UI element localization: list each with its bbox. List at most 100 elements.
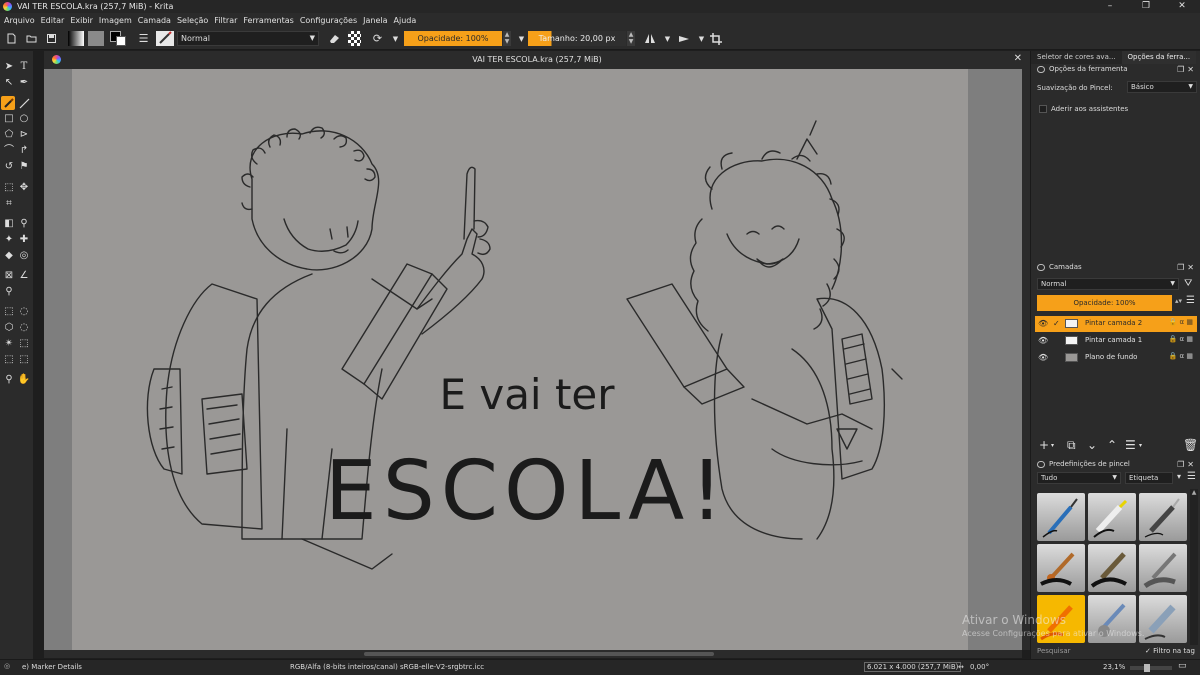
menu-janela[interactable]: Janela [363,16,387,25]
mirror-horizontal-icon[interactable] [642,31,657,46]
freehand-brush-tool-icon[interactable] [1,96,15,110]
menu-exibir[interactable]: Exibir [70,16,93,25]
crop-tool-icon[interactable]: ⌗ [2,197,16,211]
brush-search-input[interactable]: Pesquisar [1037,645,1137,657]
select-shapes-tool-icon[interactable]: ➤ [2,60,16,74]
dynamic-brush-tool-icon[interactable]: ↺ [2,160,16,174]
canvas-paper[interactable]: E vai ter ESCOLA! [72,69,968,650]
multibrush-tool-icon[interactable]: ⚑ [17,160,31,174]
menu-camada[interactable]: Camada [138,16,171,25]
layer-row[interactable]: 👁 ✓ Pintar camada 2 🔒 α ▦ [1035,316,1197,332]
preserve-alpha-icon[interactable] [348,31,361,46]
delete-layer-icon[interactable]: 🗑 [1183,438,1198,452]
rotation-value[interactable]: 0,00° [970,663,989,671]
menu-editar[interactable]: Editar [41,16,65,25]
scroll-up-icon[interactable]: ▲ [1190,489,1198,496]
polyline-tool-icon[interactable]: ⊳ [17,128,31,142]
polygon-tool-icon[interactable]: ⬠ [2,128,16,142]
menu-filtrar[interactable]: Filtrar [214,16,237,25]
assistant-tool-icon[interactable]: ⊠ [2,269,16,283]
docker-controls[interactable]: ❐✕ [1177,262,1197,273]
rectangular-selection-tool-icon[interactable]: ⬚ [2,305,16,319]
gradient-swatch[interactable] [68,31,84,46]
round-brush-icon[interactable] [1037,544,1085,592]
freehand-selection-tool-icon[interactable]: ◌ [17,321,31,335]
blend-mode-select[interactable]: Normal ▼ [177,31,319,46]
vertical-scrollbar[interactable] [1022,69,1030,650]
canvas-only-icon[interactable]: ▭ [1178,661,1187,671]
fine-liner-brush-icon[interactable] [1037,493,1085,541]
charcoal-brush-icon[interactable] [1088,544,1136,592]
chevron-down-icon[interactable]: ▼ [660,31,675,46]
save-icon[interactable] [44,31,59,46]
chevron-down-icon[interactable]: ▼ [388,31,403,46]
ink-pen-brush-icon[interactable] [1139,493,1187,541]
layer-name[interactable]: Plano de fundo [1085,353,1137,361]
add-layer-icon[interactable]: + [1039,438,1049,452]
filter-icon[interactable]: ⛛ [1184,278,1192,289]
visibility-eye-icon[interactable]: 👁 [1038,336,1048,345]
zoom-slider[interactable] [1130,664,1172,672]
freehand-path-tool-icon[interactable]: ↱ [17,144,31,158]
text-tool-icon[interactable]: T [17,60,31,74]
polygonal-selection-tool-icon[interactable]: ⬡ [2,321,16,335]
bezier-selection-tool-icon[interactable]: ⬚ [2,353,16,367]
edit-shapes-tool-icon[interactable]: ↖ [2,76,16,90]
lock-icon[interactable] [1037,461,1045,468]
fg-bg-color-swatch[interactable] [110,31,128,46]
docker-controls[interactable]: ❐✕ [1177,459,1197,470]
brush-filter-select[interactable]: Tudo ▼ [1037,472,1121,484]
move-tool-icon[interactable]: ✥ [17,181,31,195]
visibility-eye-icon[interactable]: 👁 [1038,319,1048,328]
layer-properties-icon[interactable]: ☰ [1125,438,1136,452]
tab-tool-options[interactable]: Opções da ferra... [1121,51,1197,64]
opacity-slider[interactable]: Opacidade: 100% [404,31,502,46]
lock-icon[interactable] [1037,66,1045,73]
gradient-tool-icon[interactable]: ◧ [2,217,16,231]
crop-icon[interactable] [708,31,723,46]
maximize-button[interactable]: ❐ [1128,0,1164,13]
menu-ajuda[interactable]: Ajuda [394,16,417,25]
tag-select[interactable]: Etiqueta [1125,472,1173,484]
layer-lock-alpha-icons[interactable]: 🔒 α ▦ [1169,335,1193,343]
eraser-brush-icon[interactable] [1139,595,1187,643]
marker-brush-icon[interactable] [1088,493,1136,541]
brush-preset-button[interactable] [156,31,174,46]
colorize-mask-tool-icon[interactable]: ✦ [2,233,16,247]
layer-name[interactable]: Pintar camada 2 [1085,319,1142,327]
size-spinner[interactable]: ▲ ▼ [627,31,635,46]
brush-settings-icon[interactable]: ☰ [136,31,151,46]
zoom-value[interactable]: 23,1% [1103,663,1125,671]
opacity-spinner[interactable]: ▴▾ [1175,297,1182,305]
open-folder-icon[interactable] [24,31,39,46]
pattern-swatch[interactable] [88,31,104,46]
chevron-down-icon[interactable]: ▼ [514,31,529,46]
bezier-curve-tool-icon[interactable]: ⌒ [2,144,16,158]
layer-name[interactable]: Pintar camada 1 [1085,336,1142,344]
contiguous-selection-tool-icon[interactable]: ✴ [2,337,16,351]
fill-tool-icon[interactable]: ◆ [2,249,16,263]
menu-selecao[interactable]: Seleção [177,16,208,25]
chevron-down-icon[interactable]: ▼ [694,31,709,46]
document-title[interactable]: VAI TER ESCOLA.kra (257,7 MiB) [44,55,1030,64]
layer-row[interactable]: 👁 Plano de fundo 🔒 α ▦ [1035,350,1197,366]
smart-patch-tool-icon[interactable]: ✚ [17,233,31,247]
canvas-area[interactable]: E vai ter ESCOLA! [44,69,1022,650]
tab-advanced-color-selector[interactable]: Seletor de cores ava... [1031,51,1122,64]
measure-tool-icon[interactable]: ∠ [17,269,31,283]
transform-tool-icon[interactable]: ⬚ [2,181,16,195]
snap-assistants-checkbox[interactable] [1039,105,1047,113]
chevron-down-icon[interactable]: ▾ [1177,472,1181,481]
scroll-thumb[interactable] [364,652,714,656]
opacity-spinner[interactable]: ▲ ▼ [503,31,511,46]
new-document-icon[interactable] [4,31,19,46]
reload-preset-icon[interactable]: ⟳ [370,31,385,46]
line-tool-icon[interactable] [17,96,31,110]
rotation-icon[interactable]: ↔ [958,663,964,671]
menu-configuracoes[interactable]: Configurações [300,16,357,25]
docker-controls[interactable]: ❐✕ [1177,64,1197,75]
eraser-mode-icon[interactable] [326,31,341,46]
color-picker-tool-icon[interactable]: ⚲ [17,217,31,231]
duplicate-layer-icon[interactable]: ⧉ [1067,438,1076,453]
brush-list-scrollbar[interactable]: ▲ [1190,489,1198,645]
